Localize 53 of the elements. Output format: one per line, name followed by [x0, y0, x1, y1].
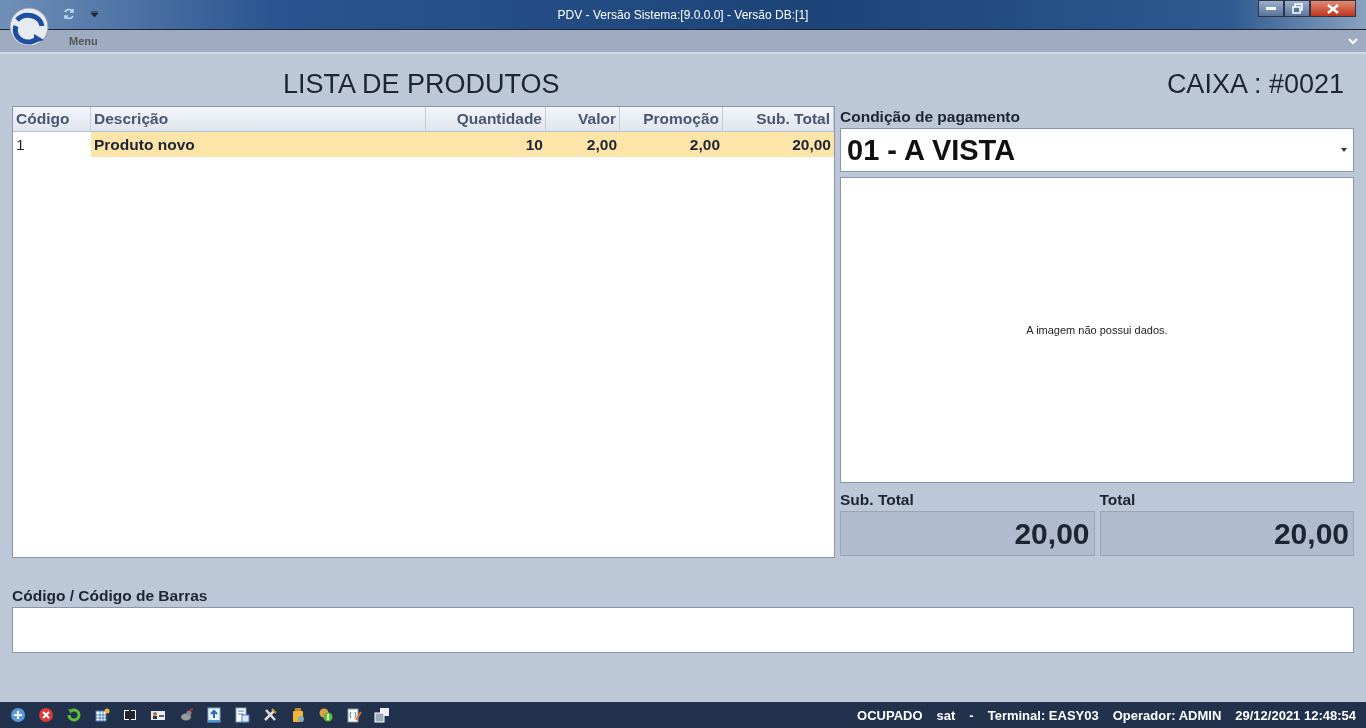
- window-title: PDV - Versão Sistema:[9.0.0.0] - Versão DB:[1]: [557, 7, 809, 22]
- caret-icon: [1341, 148, 1347, 152]
- refresh-icon[interactable]: [62, 7, 76, 21]
- column-header[interactable]: Código: [13, 107, 91, 132]
- table-cell: Produto novo: [91, 132, 426, 157]
- windows-icon[interactable]: [374, 707, 390, 723]
- upload-icon[interactable]: [206, 707, 222, 723]
- page-heading: LISTA DE PRODUTOS: [283, 69, 560, 100]
- total-value: 20,00: [840, 511, 1095, 556]
- menu-tab[interactable]: Menu: [69, 35, 98, 47]
- close-button[interactable]: [1310, 0, 1356, 17]
- status-text: sat: [936, 707, 956, 723]
- status-text: OCUPADO: [857, 707, 923, 723]
- status-text: 29/12/2021 12:48:54: [1235, 707, 1356, 723]
- payment-dropdown[interactable]: 01 - A VISTA: [840, 128, 1354, 172]
- status-text: Operador: ADMIN: [1112, 707, 1222, 723]
- grid-icon[interactable]: [94, 707, 110, 723]
- close-circle-icon[interactable]: [38, 707, 54, 723]
- notepad-icon[interactable]: [346, 707, 362, 723]
- bird-icon[interactable]: [178, 707, 194, 723]
- payment-label: Condição de pagamento: [840, 107, 1021, 127]
- column-header[interactable]: Quantidade: [426, 107, 546, 132]
- table-cell: 2,00: [620, 132, 723, 157]
- barcode-input-field[interactable]: [12, 607, 1354, 653]
- table-cell: 20,00: [723, 132, 834, 157]
- register-number: CAIXA : #0021: [1166, 69, 1344, 100]
- total-value: 20,00: [1099, 511, 1354, 556]
- document-icon[interactable]: [234, 707, 250, 723]
- close-icon: [1327, 3, 1339, 14]
- empty-image-message: A imagem não possui dados.: [1026, 324, 1168, 336]
- dropdown-icon[interactable]: [91, 11, 98, 17]
- column-header[interactable]: Promoção: [620, 107, 723, 132]
- restore-button[interactable]: [1284, 0, 1310, 17]
- total-label: Sub. Total: [840, 490, 915, 510]
- column-header[interactable]: Valor: [546, 107, 620, 132]
- column-header[interactable]: Sub. Total: [723, 107, 834, 132]
- tools-icon[interactable]: [262, 707, 278, 723]
- table-row[interactable]: 1 Produto novo 10 2,00 2,00 20,00: [13, 132, 834, 157]
- plus-circle-icon[interactable]: [10, 707, 26, 723]
- status-text: Terminal: EASY03: [987, 707, 1099, 723]
- coins-icon[interactable]: [318, 707, 334, 723]
- bottle-icon[interactable]: [290, 707, 306, 723]
- table-cell: 2,00: [546, 132, 620, 157]
- table-cell: 10: [426, 132, 546, 157]
- minimize-icon: [1266, 6, 1276, 11]
- minimize-button[interactable]: [1258, 0, 1284, 17]
- restore-icon: [1291, 3, 1303, 14]
- table-cell-text: 1: [15, 134, 26, 155]
- refresh-icon[interactable]: [66, 707, 82, 723]
- column-header[interactable]: Descrição: [91, 107, 426, 132]
- total-label: Total: [1099, 490, 1137, 510]
- status-text: -: [969, 707, 974, 723]
- barcode-label: Código / Código de Barras: [12, 586, 209, 606]
